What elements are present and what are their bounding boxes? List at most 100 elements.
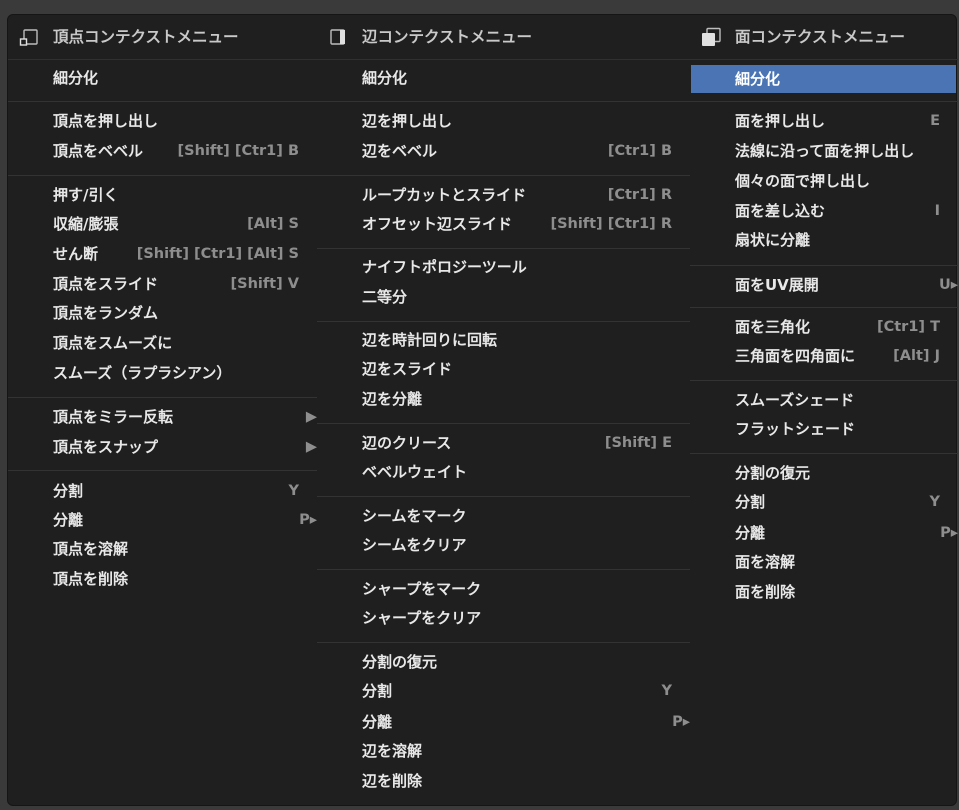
shortcut-label: Y: [929, 494, 941, 510]
separator: [317, 248, 690, 249]
menu-item-smooth-vertices[interactable]: 頂点をスムーズに: [8, 329, 317, 357]
menu-item-shrink-fatten[interactable]: 収縮/膨張 [Alt] S: [8, 210, 317, 238]
menu-item-extrude-vertices[interactable]: 頂点を押し出し: [8, 107, 317, 135]
face-context-menu: 面コンテクストメニュー 細分化 面を押し出し E 法線に沿って面を押し出し 個々の…: [690, 15, 958, 805]
separator: [690, 101, 958, 102]
separator: [317, 496, 690, 497]
vertex-menu-header: 頂点コンテクストメニュー: [8, 15, 317, 60]
menu-item-extrude-along-normals[interactable]: 法線に沿って面を押し出し: [690, 137, 958, 165]
menu-item-dissolve-vertices[interactable]: 頂点を溶解: [8, 535, 317, 563]
submenu-arrow-icon: ▶: [305, 409, 317, 425]
menu-item-separate[interactable]: 分離 P▸: [690, 519, 958, 547]
menu-item-restore-split[interactable]: 分割の復元: [690, 459, 958, 487]
menu-item-bevel-weight[interactable]: ベベルウェイト: [317, 458, 690, 486]
menu-item-delete-faces[interactable]: 面を削除: [690, 578, 958, 606]
menu-item-split[interactable]: 分割 Y: [690, 488, 958, 516]
menu-item-knife-topology-tool[interactable]: ナイフトポロジーツール: [317, 253, 690, 281]
menu-item-uv-unwrap[interactable]: 面をUV展開 U▸: [690, 271, 958, 299]
shortcut-label: P▸: [299, 512, 317, 528]
menu-item-mark-seam[interactable]: シームをマーク: [317, 502, 690, 530]
vertex-menu-title: 頂点コンテクストメニュー: [53, 28, 239, 46]
separator: [690, 453, 958, 454]
menu-item-bevel-edges[interactable]: 辺をベベル [Ctr1] B: [317, 137, 690, 165]
separator: [8, 175, 317, 176]
separator: [317, 569, 690, 570]
shortcut-label: U▸: [938, 277, 958, 293]
separator: [8, 397, 317, 398]
menu-item-tris-to-quads[interactable]: 三角面を四角面に [Alt] J: [690, 342, 958, 370]
submenu-arrow-icon: ▶: [305, 439, 317, 455]
menu-item-split-edges[interactable]: 辺を分離: [317, 385, 690, 413]
edge-context-menu: 辺コンテクストメニュー 細分化 辺を押し出し 辺をベベル [Ctr1] B ループ…: [317, 15, 690, 805]
menu-item-push-pull[interactable]: 押す/引く: [8, 181, 317, 209]
menu-item-subdivide[interactable]: 細分化: [317, 64, 690, 92]
face-menu-header: 面コンテクストメニュー: [690, 15, 958, 60]
menu-item-delete-edges[interactable]: 辺を削除: [317, 767, 690, 795]
menu-item-shear[interactable]: せん断 [Shift] [Ctr1] [Alt] S: [8, 240, 317, 268]
menu-item-split[interactable]: 分割 Y: [8, 477, 317, 505]
menu-item-randomize-vertices[interactable]: 頂点をランダム: [8, 299, 317, 327]
edge-menu-title: 辺コンテクストメニュー: [362, 28, 533, 46]
context-menu-panel: 頂点コンテクストメニュー 細分化 頂点を押し出し 頂点をベベル [Shift] […: [7, 14, 958, 806]
menu-item-subdivide-highlighted[interactable]: 細分化: [690, 65, 958, 93]
edge-icon: [330, 29, 345, 45]
menu-item-laplacian-smooth[interactable]: スムーズ（ラプラシアン）: [8, 359, 317, 387]
menu-item-split[interactable]: 分割 Y: [317, 677, 690, 705]
shortcut-label: E: [930, 113, 940, 129]
menu-item-delete-vertices[interactable]: 頂点を削除: [8, 565, 317, 593]
menu-item-extrude-edges[interactable]: 辺を押し出し: [317, 107, 690, 135]
highlight-bar: [691, 65, 956, 93]
shortcut-label: Y: [661, 683, 673, 699]
shortcut-label: [Shift] [Ctr1] R: [550, 216, 672, 232]
vertex-context-menu: 頂点コンテクストメニュー 細分化 頂点を押し出し 頂点をベベル [Shift] […: [8, 15, 317, 805]
shortcut-label: P▸: [672, 714, 690, 730]
menu-item-mark-sharp[interactable]: シャープをマーク: [317, 575, 690, 603]
separator: [8, 470, 317, 471]
menu-item-shade-flat[interactable]: フラットシェード: [690, 415, 958, 443]
menu-item-clear-seam[interactable]: シームをクリア: [317, 531, 690, 559]
menu-item-bevel-vertices[interactable]: 頂点をベベル [Shift] [Ctr1] B: [8, 137, 317, 165]
shortcut-label: I: [934, 203, 940, 219]
separator: [690, 265, 958, 266]
face-menu-title: 面コンテクストメニュー: [735, 28, 906, 46]
shortcut-label: [Ctr1] R: [607, 187, 672, 203]
menu-item-snap-vertices[interactable]: 頂点をスナップ ▶: [8, 433, 317, 461]
edge-menu-header: 辺コンテクストメニュー: [317, 15, 690, 60]
separator: [317, 175, 690, 176]
menu-item-slide-edge[interactable]: 辺をスライド: [317, 355, 690, 383]
menu-item-inset-faces[interactable]: 面を差し込む I: [690, 197, 958, 225]
menu-item-loop-cut-slide[interactable]: ループカットとスライド [Ctr1] R: [317, 181, 690, 209]
menu-item-slide-vertices[interactable]: 頂点をスライド [Shift] V: [8, 270, 317, 298]
menu-item-clear-sharp[interactable]: シャープをクリア: [317, 604, 690, 632]
menu-item-edge-crease[interactable]: 辺のクリース [Shift] E: [317, 429, 690, 457]
menu-item-rotate-edge-cw[interactable]: 辺を時計回りに回転: [317, 326, 690, 354]
menu-item-bisect[interactable]: 二等分: [317, 283, 690, 311]
menu-item-dissolve-faces[interactable]: 面を溶解: [690, 548, 958, 576]
menu-item-extrude-faces[interactable]: 面を押し出し E: [690, 107, 958, 135]
menu-item-poke-faces[interactable]: 扇状に分離: [690, 226, 958, 254]
menu-item-restore-split[interactable]: 分割の復元: [317, 648, 690, 676]
separator: [317, 321, 690, 322]
menu-item-dissolve-edges[interactable]: 辺を溶解: [317, 737, 690, 765]
shortcut-label: Y: [288, 483, 300, 499]
menu-item-mirror-vertices[interactable]: 頂点をミラー反転 ▶: [8, 403, 317, 431]
shortcut-label: [Ctr1] B: [607, 143, 672, 159]
separator: [690, 380, 958, 381]
menu-item-shade-smooth[interactable]: スムーズシェード: [690, 386, 958, 414]
menu-item-separate[interactable]: 分離 P▸: [8, 506, 317, 534]
vertex-icon: [19, 29, 38, 46]
face-icon: [702, 27, 721, 46]
menu-item-offset-edge-slide[interactable]: オフセット辺スライド [Shift] [Ctr1] R: [317, 210, 690, 238]
separator: [317, 101, 690, 102]
shortcut-label: [Shift] E: [604, 435, 672, 451]
menu-item-separate[interactable]: 分離 P▸: [317, 708, 690, 736]
shortcut-label: [Ctr1] T: [876, 319, 940, 335]
shortcut-label: [Shift] V: [230, 276, 300, 292]
separator: [8, 101, 317, 102]
separator: [317, 642, 690, 643]
menu-item-subdivide[interactable]: 細分化: [8, 64, 317, 92]
shortcut-label: [Shift] [Ctr1] [Alt] S: [136, 246, 299, 262]
shortcut-label: [Alt] J: [893, 348, 940, 364]
menu-item-triangulate[interactable]: 面を三角化 [Ctr1] T: [690, 313, 958, 341]
menu-item-extrude-individual[interactable]: 個々の面で押し出し: [690, 167, 958, 195]
